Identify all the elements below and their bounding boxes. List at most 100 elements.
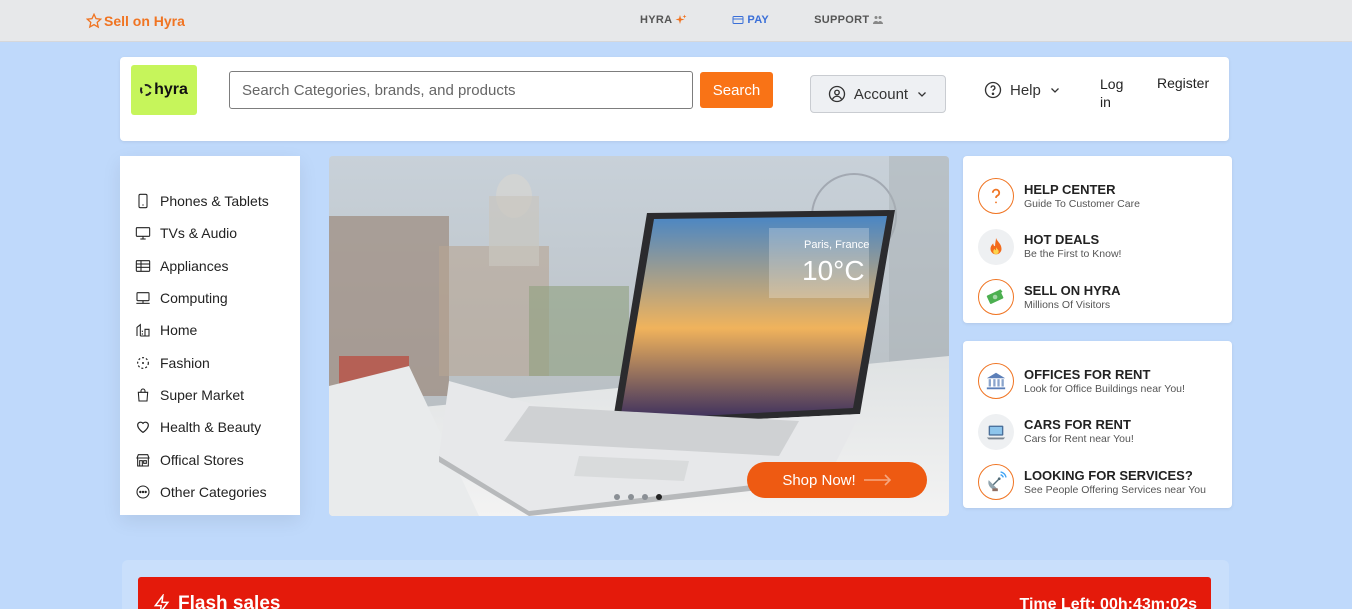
laptop-icon — [978, 413, 1014, 450]
category-fashion[interactable]: Fashion — [120, 346, 300, 378]
category-health-beauty[interactable]: Health & Beauty — [120, 411, 300, 443]
arrow-right-icon — [863, 474, 891, 486]
help-button[interactable]: Help — [984, 81, 1061, 99]
cars-for-rent-link[interactable]: CARS FOR RENT Cars for Rent near You! — [978, 407, 1232, 458]
carousel-dot[interactable] — [614, 494, 620, 500]
category-label: Super Market — [160, 386, 245, 403]
offices-title: OFFICES FOR RENT — [1024, 366, 1151, 382]
hot-deals-link[interactable]: HOT DEALS Be the First to Know! — [978, 222, 1232, 273]
offices-subtitle: Look for Office Buildings near You! — [1024, 382, 1185, 395]
hero-banner[interactable]: Paris, France 10°C Shop Now! — [329, 156, 949, 516]
category-label: Health & Beauty — [160, 419, 262, 436]
flash-sales-title: Flash sales — [178, 593, 281, 609]
carousel-dot-active[interactable] — [656, 494, 662, 500]
lightning-icon — [153, 594, 170, 609]
help-center-subtitle: Guide To Customer Care — [1024, 197, 1140, 210]
category-label: Phones & Tablets — [160, 193, 269, 210]
people-icon — [873, 16, 884, 24]
carousel-dot[interactable] — [642, 494, 648, 500]
flash-sales-heading: Flash sales — [152, 593, 280, 609]
star-icon — [86, 13, 102, 29]
top-nav-support-label: SUPPORT — [814, 14, 870, 26]
category-label: Home — [160, 322, 198, 339]
top-strip: Sell on Hyra HYRA PAY SUPPORT — [0, 0, 1352, 42]
account-button[interactable]: Account — [810, 75, 946, 113]
appliance-icon — [135, 259, 151, 272]
fire-icon — [978, 228, 1014, 265]
top-nav-support[interactable]: SUPPORT — [814, 14, 884, 26]
category-computing[interactable]: Computing — [120, 282, 300, 314]
category-official-stores[interactable]: Offical Stores — [120, 443, 300, 475]
carousel-dot[interactable] — [628, 494, 634, 500]
fashion-icon — [137, 356, 149, 369]
shopping-bag-icon — [137, 388, 149, 402]
user-circle-icon — [828, 85, 846, 103]
register-link[interactable]: Register — [1157, 75, 1209, 91]
store-icon — [136, 453, 150, 467]
sparkle-icon — [675, 14, 687, 24]
help-center-link[interactable]: HELP CENTER Guide To Customer Care — [978, 171, 1232, 222]
offices-for-rent-link[interactable]: OFFICES FOR RENT Look for Office Buildin… — [978, 356, 1232, 407]
hot-deals-subtitle: Be the First to Know! — [1024, 248, 1122, 261]
category-label: TVs & Audio — [160, 225, 238, 242]
chevron-down-icon — [1050, 88, 1059, 93]
info-card-bottom: OFFICES FOR RENT Look for Office Buildin… — [963, 341, 1232, 508]
info-card-top: HELP CENTER Guide To Customer Care HOT D… — [963, 156, 1232, 323]
logo-text: hyra — [154, 81, 188, 98]
category-other[interactable]: Other Categories — [120, 476, 300, 508]
category-label: Offical Stores — [160, 451, 244, 468]
search-button[interactable]: Search — [700, 72, 773, 108]
question-icon — [978, 178, 1014, 215]
card-icon — [732, 16, 744, 24]
money-icon — [978, 279, 1014, 316]
cars-title: CARS FOR RENT — [1024, 417, 1131, 433]
shop-now-label: Shop Now! — [782, 471, 856, 489]
tv-icon — [135, 227, 151, 240]
services-subtitle: See People Offering Services near You — [1024, 483, 1206, 496]
top-nav-pay-label: PAY — [747, 14, 770, 26]
top-nav-hyra-label: HYRA — [640, 14, 673, 26]
category-home[interactable]: Home — [120, 314, 300, 346]
sell-on-hyra-link[interactable]: Sell on Hyra — [86, 13, 185, 29]
sell-on-hyra-title: SELL ON HYRA — [1024, 282, 1121, 298]
category-tvs-audio[interactable]: TVs & Audio — [120, 217, 300, 249]
shop-now-button[interactable]: Shop Now! — [747, 462, 927, 498]
category-label: Computing — [160, 290, 228, 307]
flash-sales-bar[interactable]: Flash sales Time Left: 00h:43m:02s — [138, 577, 1211, 609]
chevron-down-icon — [918, 92, 927, 97]
more-icon — [136, 485, 150, 499]
category-super-market[interactable]: Super Market — [120, 379, 300, 411]
category-phones-tablets[interactable]: Phones & Tablets — [120, 185, 300, 217]
banner-city-text: Paris, France — [804, 239, 869, 251]
header-card: hyra Search Account Help Log in Register — [120, 57, 1229, 141]
bank-icon — [978, 363, 1014, 400]
help-circle-icon — [984, 81, 1002, 99]
logo-ring-icon — [140, 84, 153, 96]
computer-icon — [136, 292, 150, 304]
services-title: LOOKING FOR SERVICES? — [1024, 467, 1193, 483]
sell-on-hyra-card-link[interactable]: SELL ON HYRA Millions Of Visitors — [978, 272, 1232, 323]
banner-temp-text: 10°C — [802, 255, 865, 286]
phone-icon — [138, 193, 148, 209]
help-center-title: HELP CENTER — [1024, 181, 1116, 197]
looking-for-services-link[interactable]: LOOKING FOR SERVICES? See People Offerin… — [978, 457, 1232, 508]
home-icon — [136, 323, 150, 337]
satellite-icon — [978, 464, 1014, 501]
category-label: Other Categories — [160, 483, 267, 500]
heart-icon — [137, 421, 149, 434]
hyra-logo[interactable]: hyra — [131, 65, 197, 115]
top-nav: HYRA PAY SUPPORT — [640, 14, 884, 26]
cars-subtitle: Cars for Rent near You! — [1024, 433, 1134, 446]
top-nav-hyra[interactable]: HYRA — [640, 14, 687, 26]
sell-on-hyra-label: Sell on Hyra — [104, 13, 185, 29]
search-input[interactable] — [229, 71, 693, 109]
category-sidebar: Phones & Tablets TVs & Audio Appliances … — [120, 156, 300, 515]
top-nav-pay[interactable]: PAY — [732, 14, 769, 26]
sell-on-hyra-subtitle: Millions Of Visitors — [1024, 298, 1111, 311]
category-appliances[interactable]: Appliances — [120, 250, 300, 282]
account-label: Account — [853, 85, 909, 103]
category-label: Appliances — [160, 257, 229, 274]
flash-sales-timer: Time Left: 00h:43m:02s — [1019, 596, 1197, 609]
login-link[interactable]: Log in — [1100, 75, 1130, 111]
category-label: Fashion — [160, 354, 210, 371]
